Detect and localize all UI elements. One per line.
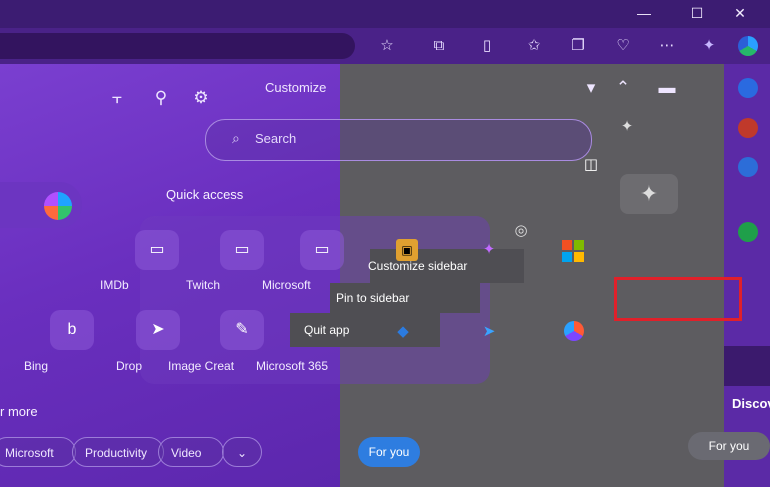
chevron-down-icon[interactable]: ⌄ [222, 437, 262, 467]
expand-icon[interactable]: ▬ [654, 77, 680, 99]
app-icon-6[interactable] [564, 321, 584, 341]
app-icon-4[interactable]: ◆ [392, 321, 414, 343]
sidebar-icon-3[interactable] [738, 157, 758, 177]
app-icon-5[interactable]: ➤ [478, 321, 500, 343]
layout-icon[interactable]: ⫟ [104, 87, 130, 109]
copilot-small-icon[interactable]: ✦ [616, 116, 638, 138]
close-button[interactable]: ✕ [728, 3, 752, 23]
app-icon-2[interactable]: ✦ [478, 239, 500, 261]
tile-label-drop[interactable]: Drop [116, 359, 142, 373]
extensions-icon[interactable]: ⧉ [428, 37, 450, 55]
favorites-icon[interactable]: ✩ [523, 37, 545, 55]
collections-icon[interactable]: ❐ [567, 37, 589, 55]
menu-item-pin-to-sidebar[interactable]: Pin to sidebar [308, 285, 458, 311]
chip-productivity[interactable]: Productivity [72, 437, 164, 467]
explore-more-title: r more [0, 404, 38, 419]
more-icon[interactable]: ⋯ [656, 37, 678, 55]
settings-icon[interactable]: ⚙ [188, 87, 214, 109]
bing-icon[interactable]: b [50, 310, 94, 350]
tile-label-imdb[interactable]: IMDb [100, 278, 129, 292]
highlight-box [614, 277, 742, 321]
tile-label-twitch[interactable]: Twitch [186, 278, 220, 292]
drop-icon[interactable]: ➤ [136, 310, 180, 350]
pin-icon[interactable]: ⚲ [148, 87, 174, 109]
imdb-icon[interactable]: ▭ [135, 230, 179, 270]
copilot-large-icon[interactable]: ✦ [620, 174, 678, 214]
search-icon: ⌕ [232, 130, 240, 146]
chip-microsoft[interactable]: Microsoft [0, 437, 76, 467]
for-you-tab[interactable]: For you [688, 432, 770, 460]
copilot-icon[interactable]: ✦ [698, 37, 720, 55]
microsoft-logo-icon [562, 240, 584, 262]
profile-icon[interactable] [738, 36, 758, 56]
minimize-button[interactable]: — [632, 3, 656, 23]
twitch-icon[interactable]: ▭ [220, 230, 264, 270]
search-placeholder: Search [255, 131, 297, 146]
edge-logo-icon [44, 192, 72, 220]
favorites-star-icon[interactable]: ☆ [376, 37, 398, 55]
sidebar-icon-2[interactable] [738, 118, 758, 138]
tile-label-microsoft[interactable]: Microsoft [262, 278, 311, 292]
sidebar-divider [724, 346, 770, 386]
tile-label-image-creator[interactable]: Image Creat [168, 359, 234, 373]
quick-access-title: Quick access [166, 187, 244, 202]
address-field[interactable] [0, 33, 355, 59]
tile-label-m365[interactable]: Microsoft 365 [256, 359, 328, 373]
split-screen-icon[interactable]: ▯ [476, 37, 498, 55]
microsoft-icon[interactable]: ▭ [300, 230, 344, 270]
split-icon[interactable]: ◫ [580, 154, 602, 176]
chip-video[interactable]: Video [158, 437, 224, 467]
app-icon-3[interactable]: ◎ [510, 220, 532, 242]
discover-title: Discov [732, 396, 770, 411]
tile-label-bing[interactable]: Bing [24, 359, 48, 373]
maximize-button[interactable]: ☐ [685, 3, 709, 23]
app-icon-1[interactable]: ▣ [396, 239, 418, 261]
image-creator-icon[interactable]: ✎ [220, 310, 264, 350]
chevron-up-icon[interactable]: ⌃ [610, 77, 636, 99]
customize-title: Customize [265, 80, 327, 95]
pin-sidebar-icon[interactable]: ▾ [578, 77, 604, 99]
sidebar-icon-1[interactable] [738, 78, 758, 98]
for-you-button[interactable]: For you [358, 437, 420, 467]
browser-essentials-icon[interactable]: ♡ [612, 37, 634, 55]
sidebar-icon-4[interactable] [738, 222, 758, 242]
